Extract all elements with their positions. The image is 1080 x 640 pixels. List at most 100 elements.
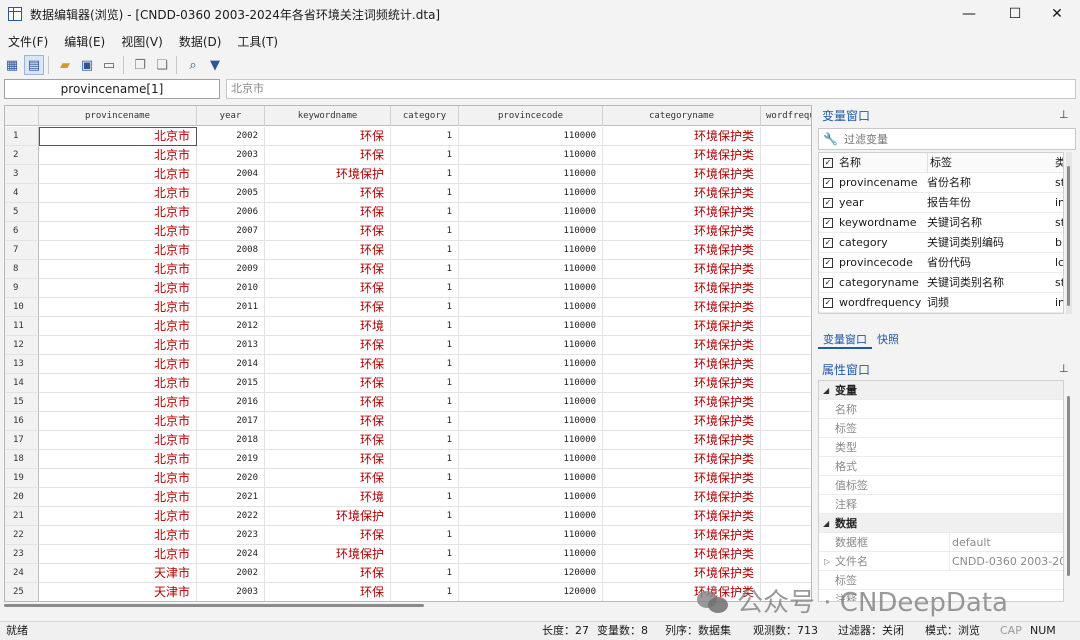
table-row[interactable]: 4北京市2005环保1110000环境保护类1 xyxy=(5,184,811,203)
table-cell[interactable]: 北京市 xyxy=(39,203,197,222)
row-number[interactable]: 18 xyxy=(5,450,39,469)
table-cell[interactable]: 环境保护类 xyxy=(603,450,761,469)
table-cell[interactable]: 1 xyxy=(391,488,459,507)
table-cell[interactable]: 环境保护类 xyxy=(603,298,761,317)
table-cell[interactable]: 环保 xyxy=(265,526,391,545)
table-cell[interactable]: 2009 xyxy=(197,260,265,279)
menu-edit[interactable]: 编辑(E) xyxy=(56,33,113,50)
row-number[interactable]: 9 xyxy=(5,279,39,298)
table-cell[interactable]: 北京市 xyxy=(39,450,197,469)
table-cell[interactable]: 2002 xyxy=(197,564,265,583)
table-cell[interactable]: 天津市 xyxy=(39,583,197,601)
row-number[interactable]: 13 xyxy=(5,355,39,374)
table-cell[interactable]: 北京市 xyxy=(39,393,197,412)
column-header-type[interactable]: 类 xyxy=(1055,153,1063,173)
table-cell[interactable]: 环保 xyxy=(265,241,391,260)
table-cell[interactable]: 1 xyxy=(761,222,811,241)
column-header[interactable]: category xyxy=(391,106,459,126)
data-grid[interactable]: provincename year keywordname category provi… xyxy=(4,105,812,602)
pin-icon[interactable]: ⊥ xyxy=(1059,362,1069,375)
property-row[interactable]: 格式 xyxy=(819,457,1063,476)
table-cell[interactable]: 1 xyxy=(391,298,459,317)
row-number[interactable]: 12 xyxy=(5,336,39,355)
table-cell[interactable]: 环保 xyxy=(265,583,391,601)
edit-icon[interactable]: ▦ xyxy=(2,55,22,75)
property-row[interactable]: 数据框 default xyxy=(819,533,1063,552)
table-row[interactable]: 25天津市2003环保1120000环境保护类3 xyxy=(5,583,811,601)
table-cell[interactable]: 1 xyxy=(391,564,459,583)
table-cell[interactable]: 110000 xyxy=(459,298,603,317)
table-cell[interactable]: 环境保护类 xyxy=(603,393,761,412)
browse-icon[interactable]: ▤ xyxy=(24,55,44,75)
table-row[interactable]: 22北京市2023环保1110000环境保护类2 xyxy=(5,526,811,545)
table-cell[interactable]: 110000 xyxy=(459,146,603,165)
table-cell[interactable]: 110000 xyxy=(459,165,603,184)
table-cell[interactable]: 21 xyxy=(761,317,811,336)
table-cell[interactable]: 2007 xyxy=(197,222,265,241)
table-cell[interactable]: 2016 xyxy=(197,393,265,412)
cell-edit-line[interactable]: 北京市 xyxy=(226,79,1076,99)
variable-list-item[interactable]: ✓ wordfrequency 词频 in xyxy=(819,293,1063,313)
table-cell[interactable]: 110000 xyxy=(459,241,603,260)
table-cell[interactable]: 环保 xyxy=(265,184,391,203)
table-cell[interactable]: 110000 xyxy=(459,412,603,431)
table-cell[interactable]: 2021 xyxy=(197,488,265,507)
table-cell[interactable]: 1 xyxy=(761,393,811,412)
table-cell[interactable]: 1 xyxy=(391,583,459,601)
table-cell[interactable]: 环境保护类 xyxy=(603,431,761,450)
table-cell[interactable]: 110000 xyxy=(459,336,603,355)
table-cell[interactable]: 2 xyxy=(761,165,811,184)
property-row[interactable]: 名称 xyxy=(819,400,1063,419)
table-row[interactable]: 11北京市2012环境1110000环境保护类21 xyxy=(5,317,811,336)
table-cell[interactable]: 北京市 xyxy=(39,355,197,374)
variable-filter-input[interactable] xyxy=(843,132,1044,146)
grid-corner[interactable] xyxy=(5,106,39,126)
table-cell[interactable]: 环境保护类 xyxy=(603,203,761,222)
table-cell[interactable]: 2 xyxy=(761,507,811,526)
table-cell[interactable]: 北京市 xyxy=(39,222,197,241)
table-row[interactable]: 19北京市2020环保1110000环境保护类1 xyxy=(5,469,811,488)
table-cell[interactable]: 环境保护类 xyxy=(603,355,761,374)
variable-checkbox[interactable]: ✓ xyxy=(823,198,833,208)
row-number[interactable]: 3 xyxy=(5,165,39,184)
table-cell[interactable]: 环境保护 xyxy=(265,165,391,184)
menu-data[interactable]: 数据(D) xyxy=(171,33,230,50)
table-cell[interactable]: 环保 xyxy=(265,279,391,298)
row-number[interactable]: 20 xyxy=(5,488,39,507)
table-cell[interactable]: 110000 xyxy=(459,279,603,298)
menu-file[interactable]: 文件(F) xyxy=(0,33,56,50)
table-cell[interactable]: 2010 xyxy=(197,279,265,298)
table-cell[interactable]: 北京市 xyxy=(39,336,197,355)
table-row[interactable]: 18北京市2019环保1110000环境保护类2 xyxy=(5,450,811,469)
table-cell[interactable]: 4 xyxy=(761,279,811,298)
table-cell[interactable]: 环境保护 xyxy=(265,507,391,526)
variable-list-item[interactable]: ✓ provincecode 省份代码 lc xyxy=(819,253,1063,273)
table-cell[interactable]: 环境保护类 xyxy=(603,488,761,507)
table-cell[interactable]: 环保 xyxy=(265,412,391,431)
table-cell[interactable]: 120000 xyxy=(459,583,603,601)
table-cell[interactable]: 1 xyxy=(391,526,459,545)
table-cell[interactable]: 2014 xyxy=(197,355,265,374)
row-number[interactable]: 5 xyxy=(5,203,39,222)
table-cell[interactable]: 110000 xyxy=(459,545,603,564)
table-cell[interactable]: 环境保护类 xyxy=(603,146,761,165)
table-cell[interactable]: 2 xyxy=(761,526,811,545)
table-cell[interactable]: 5 xyxy=(761,127,811,146)
table-cell[interactable]: 2 xyxy=(761,146,811,165)
table-cell[interactable]: 110000 xyxy=(459,393,603,412)
table-cell[interactable]: 环保 xyxy=(265,564,391,583)
variable-checkbox[interactable]: ✓ xyxy=(823,218,833,228)
table-cell[interactable]: 2006 xyxy=(197,203,265,222)
table-cell[interactable]: 北京市 xyxy=(39,469,197,488)
table-row[interactable]: 14北京市2015环保1110000环境保护类4 xyxy=(5,374,811,393)
property-row[interactable]: 值标签 xyxy=(819,476,1063,495)
table-cell[interactable]: 2005 xyxy=(197,184,265,203)
table-cell[interactable]: 110000 xyxy=(459,184,603,203)
table-row[interactable]: 9北京市2010环保1110000环境保护类4 xyxy=(5,279,811,298)
save-icon[interactable]: ▣ xyxy=(77,55,97,75)
find-icon[interactable]: ⌕ xyxy=(183,55,203,75)
filter-icon[interactable]: ▼ xyxy=(205,55,225,75)
table-cell[interactable]: 环境保护类 xyxy=(603,564,761,583)
table-cell[interactable]: 5 xyxy=(761,431,811,450)
table-cell[interactable]: 2013 xyxy=(197,336,265,355)
